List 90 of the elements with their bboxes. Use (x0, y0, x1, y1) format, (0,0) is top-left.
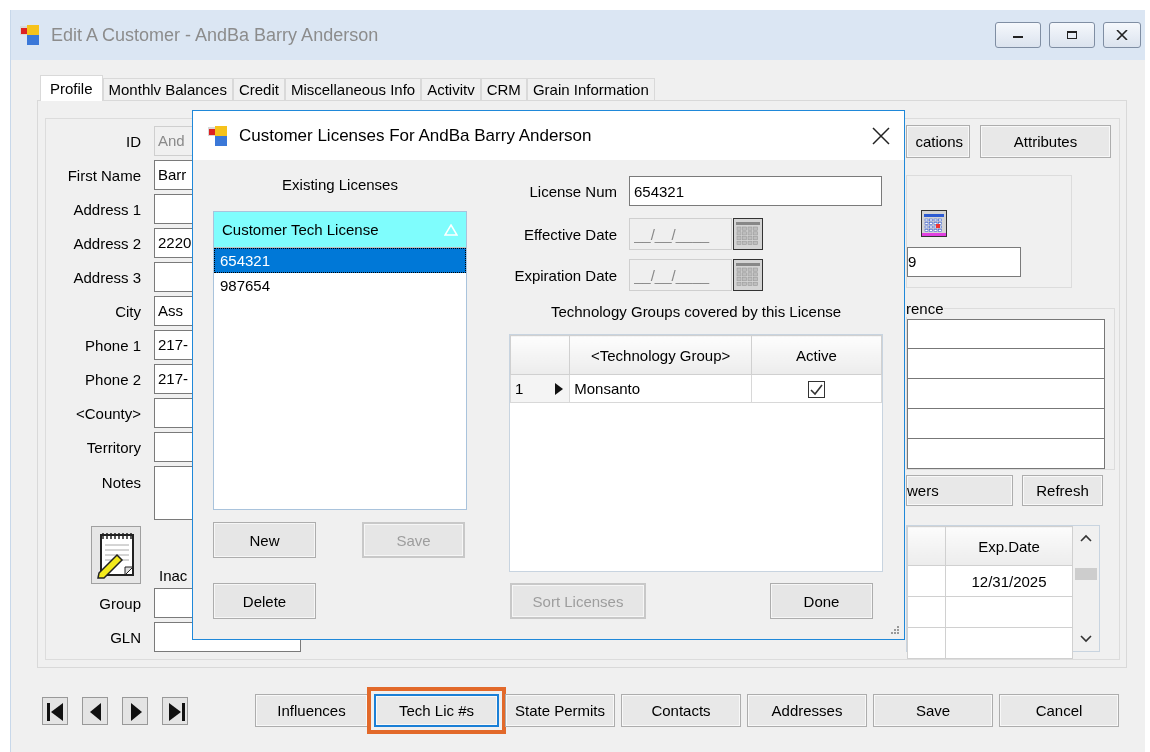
section-heading: Existing Licenses (281, 176, 399, 195)
checkbox[interactable] (808, 380, 825, 398)
button[interactable]: cations (906, 125, 970, 158)
column-header[interactable]: Active (751, 335, 882, 375)
field-label: Territory (85, 438, 141, 456)
input-field[interactable]: 9 (907, 247, 1021, 277)
notepad-button[interactable] (91, 526, 141, 584)
tab[interactable]: Activitv (421, 78, 481, 100)
column-header (907, 526, 946, 566)
tab[interactable]: Grain Information (526, 78, 655, 100)
button[interactable]: Addresses (747, 694, 867, 727)
minimize-button[interactable] (995, 22, 1041, 48)
chevron-down-icon (1080, 635, 1092, 643)
last-record-button[interactable] (162, 696, 188, 725)
table-cell (907, 596, 946, 628)
app-icon (207, 125, 227, 146)
attributes-button[interactable]: Attributes (980, 125, 1111, 158)
tab[interactable]: Monthlv Balances (102, 78, 233, 100)
calendar-icon[interactable] (921, 210, 947, 237)
list-item[interactable]: 987654 (214, 273, 466, 298)
scroll-bar[interactable] (1073, 526, 1099, 651)
column-header[interactable]: <Technology Group> (569, 335, 752, 375)
field-label: Address 2 (72, 234, 141, 252)
section-heading: Technology Groups covered by this License (549, 303, 843, 322)
input-field[interactable] (907, 349, 1105, 379)
button[interactable]: Contacts (621, 694, 741, 727)
button[interactable]: Save (873, 694, 993, 727)
input-field[interactable] (907, 379, 1105, 409)
resize-grip-icon (890, 625, 900, 635)
scroll-thumb[interactable] (1075, 567, 1097, 580)
field-label: Address 1 (72, 200, 141, 218)
tab[interactable]: CRM (480, 78, 527, 100)
button[interactable]: New (213, 522, 316, 558)
refresh-button[interactable]: Refresh (1022, 475, 1103, 506)
field-label: Expiration Date (513, 266, 617, 284)
row-number: 1 (515, 380, 524, 397)
maximize-icon (1066, 30, 1078, 40)
table-cell (907, 565, 946, 597)
field-label: First Name (66, 166, 141, 184)
next-button[interactable] (122, 696, 148, 725)
field-label: City (114, 302, 141, 320)
button[interactable]: State Permits (505, 694, 615, 727)
field-label: ID (125, 132, 141, 150)
table-cell: 12/31/2025 (945, 565, 1073, 597)
list-item[interactable]: 654321 (214, 248, 466, 273)
first-record-button[interactable] (42, 696, 68, 725)
close-button[interactable] (1103, 22, 1141, 48)
current-row-icon (555, 383, 564, 395)
close-icon (1116, 30, 1128, 40)
tab[interactable]: Credit (232, 78, 285, 100)
button[interactable]: Done (770, 583, 873, 619)
maximize-button[interactable] (1049, 22, 1095, 48)
field-label: Phone 2 (84, 370, 141, 388)
column-title: Customer Tech License (222, 221, 379, 238)
notepad-icon (95, 531, 137, 579)
calendar-icon[interactable] (733, 259, 763, 291)
button[interactable]: wers (906, 475, 1013, 506)
field-label: Phone 1 (84, 336, 141, 354)
input-field[interactable] (907, 409, 1105, 439)
calendar-icon[interactable] (733, 218, 763, 250)
field-label: Group (98, 594, 141, 612)
button[interactable]: Delete (213, 583, 316, 619)
button[interactable]: Cancel (999, 694, 1119, 727)
window-title: Edit A Customer - AndBa Barry Anderson (51, 24, 379, 46)
field-label: Address 3 (72, 268, 141, 286)
field-label: Inac (159, 567, 189, 584)
row-header[interactable]: 1 (510, 374, 570, 403)
previous-button[interactable] (82, 696, 108, 725)
input-field[interactable] (907, 319, 1105, 349)
field-label: <County> (74, 404, 141, 422)
table-cell: Monsanto (569, 374, 752, 403)
tab[interactable]: Miscellaneous Info (284, 78, 422, 100)
dialog-title: Customer Licenses For AndBa Barry Anderson (239, 125, 592, 146)
input-field[interactable] (907, 439, 1105, 469)
chevron-up-icon (1080, 534, 1092, 542)
sort-icon (444, 223, 458, 236)
field-label: Effective Date (522, 225, 617, 243)
field-label: Notes (100, 473, 141, 491)
column-header[interactable]: Exp.Date (945, 526, 1073, 566)
column-header (510, 335, 570, 375)
field-label: GLN (109, 628, 141, 646)
column-header[interactable]: Customer Tech License (214, 212, 466, 248)
button[interactable]: Influences (255, 694, 368, 727)
close-icon (872, 126, 890, 145)
field-label: License Num (528, 182, 617, 200)
tab[interactable]: Profile (40, 75, 103, 101)
group-title: rence (906, 300, 944, 317)
input-field[interactable]: 654321 (629, 176, 882, 206)
close-button[interactable] (872, 126, 890, 145)
app-icon (19, 25, 39, 45)
